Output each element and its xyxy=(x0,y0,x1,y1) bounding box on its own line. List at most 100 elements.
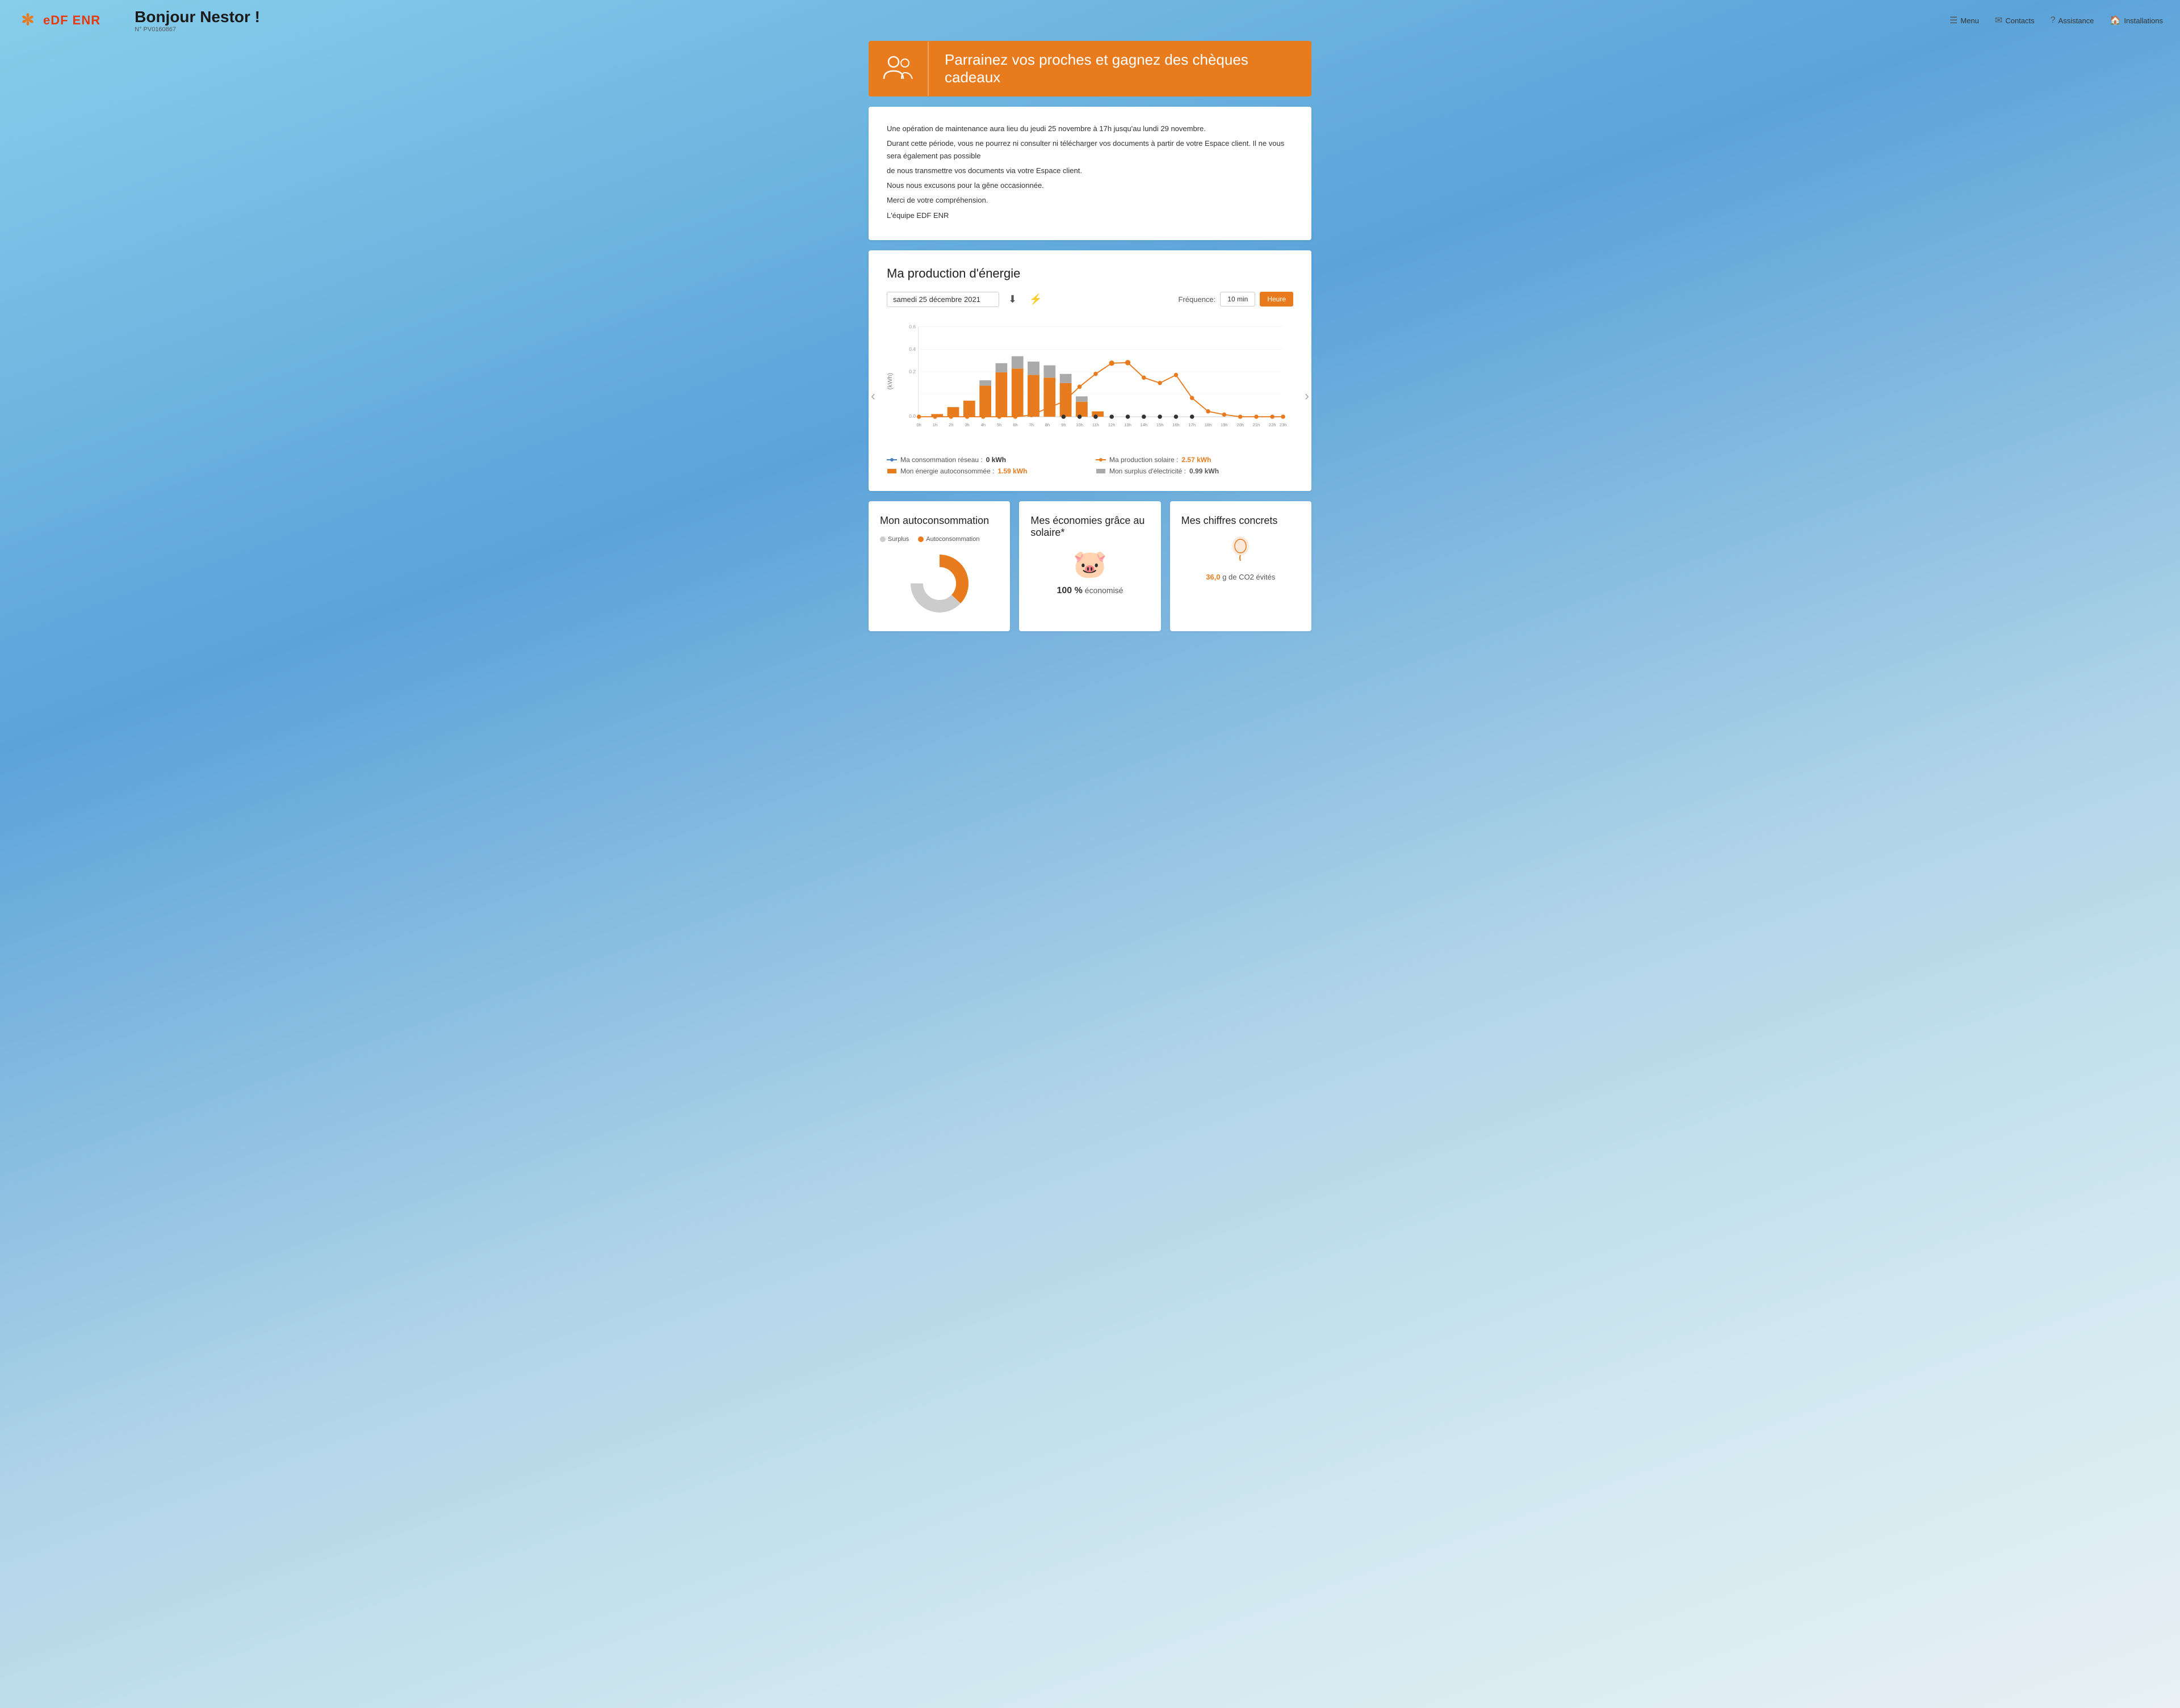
dot-6h xyxy=(1013,414,1018,419)
svg-text:22h: 22h xyxy=(1269,422,1276,427)
donut-container xyxy=(880,549,999,618)
legend-autoconso: Mon énergie autoconsommée : 1.59 kWh xyxy=(887,467,1084,475)
bar-16h-orange xyxy=(1076,401,1088,416)
dot-8h xyxy=(1045,406,1050,410)
notification-line2: Durant cette période, vous ne pourrez ni… xyxy=(887,137,1293,162)
co2-label: g de CO2 évités xyxy=(1222,573,1275,581)
surplus-legend-item: Surplus xyxy=(880,536,909,543)
donut-chart xyxy=(905,549,974,618)
co2-icon xyxy=(1181,536,1300,568)
conso-reseau-value: 0 kWh xyxy=(986,456,1006,464)
legend-production-solaire: Ma production solaire : 2.57 kWh xyxy=(1096,456,1293,464)
dot-3h xyxy=(965,414,970,419)
svg-text:2h: 2h xyxy=(949,422,953,427)
chart-wrapper: ‹ › (kWh) 0.6 0.4 xyxy=(887,318,1293,475)
freq-controls: Fréquence: 10 min Heure xyxy=(1179,292,1293,307)
dot-10h xyxy=(1078,384,1082,389)
dark-dot-14h xyxy=(1142,414,1146,419)
download-button[interactable]: ⬇ xyxy=(1005,291,1020,308)
dot-17h xyxy=(1190,396,1194,400)
chart-controls: ⬇ ⚡ Fréquence: 10 min Heure xyxy=(887,291,1293,308)
chart-prev-button[interactable]: ‹ xyxy=(871,388,875,404)
notification-line4: Nous nous excusons pour la gêne occasion… xyxy=(887,179,1293,192)
installations-icon: 🏠 xyxy=(2110,15,2121,26)
autoconso-icon xyxy=(887,468,897,475)
svg-text:10h: 10h xyxy=(1076,422,1083,427)
svg-text:13h: 13h xyxy=(1124,422,1131,427)
surplus-legend-label: Surplus xyxy=(888,536,909,543)
header: eDF ENR Bonjour Nestor ! N° PV0160867 ☰ … xyxy=(0,0,2180,41)
economies-card: Mes économies grâce au solaire* 🐷 100 % … xyxy=(1019,501,1160,631)
economies-sub: économisé xyxy=(1085,586,1123,595)
main-content: Parrainez vos proches et gagnez des chèq… xyxy=(857,41,1323,654)
leaf-icon xyxy=(1229,536,1252,563)
dark-dot-9h xyxy=(1062,414,1066,419)
contacts-icon: ✉ xyxy=(1995,15,2002,26)
dot-12h xyxy=(1109,360,1114,366)
svg-text:15h: 15h xyxy=(1156,422,1164,427)
dot-13h xyxy=(1125,360,1130,365)
dot-16h xyxy=(1174,372,1179,377)
donut-legend: Surplus Autoconsommation xyxy=(880,536,999,543)
date-input[interactable] xyxy=(887,292,999,307)
bar-11h-gray xyxy=(996,363,1008,372)
menu-link[interactable]: ☰ Menu xyxy=(1950,15,1979,26)
bar-12h-orange xyxy=(1012,368,1024,417)
svg-text:0.6: 0.6 xyxy=(909,324,916,329)
dark-dot-10h xyxy=(1078,414,1082,419)
svg-text:18h: 18h xyxy=(1205,422,1212,427)
dot-2h xyxy=(949,414,953,419)
date-selector: ⬇ ⚡ xyxy=(887,291,1046,308)
dot-0h xyxy=(917,414,921,419)
surplus-value: 0.99 kWh xyxy=(1189,467,1219,475)
production-chart: 0.6 0.4 0.2 0.0 xyxy=(897,318,1293,443)
banner-icon-area xyxy=(869,41,929,96)
autoconso-legend-item: Autoconsommation xyxy=(918,536,979,543)
bar-13h-gray xyxy=(1028,362,1039,375)
dark-dot-11h xyxy=(1093,414,1098,419)
people-icon xyxy=(881,52,915,86)
bar-14h-gray xyxy=(1043,365,1055,377)
bar-16h-gray xyxy=(1076,396,1088,401)
svg-text:7h: 7h xyxy=(1029,422,1034,427)
contacts-link[interactable]: ✉ Contacts xyxy=(1995,15,2035,26)
assistance-link[interactable]: ? Assistance xyxy=(2051,15,2094,26)
notification-line3: de nous transmettre vos documents via vo… xyxy=(887,165,1293,177)
assistance-label: Assistance xyxy=(2059,16,2094,25)
greeting-title: Bonjour Nestor ! xyxy=(135,8,1950,26)
surplus-label: Mon surplus d'électricité : xyxy=(1109,467,1186,475)
dark-dot-17h xyxy=(1190,414,1194,419)
production-solaire-icon xyxy=(1096,456,1106,463)
autoconso-value: 1.59 kWh xyxy=(997,467,1027,475)
surplus-legend-dot xyxy=(880,536,886,542)
economies-stat: 100 % économisé xyxy=(1030,586,1149,596)
dot-14h xyxy=(1142,375,1146,380)
bar-15h-gray xyxy=(1060,374,1072,383)
legend-surplus: Mon surplus d'électricité : 0.99 kWh xyxy=(1096,467,1293,475)
freq-10min-button[interactable]: 10 min xyxy=(1220,292,1255,307)
assistance-icon: ? xyxy=(2051,15,2056,26)
solar-icon-btn[interactable]: ⚡ xyxy=(1026,291,1045,308)
chiffres-card: Mes chiffres concrets 36,0 g de CO2 évit… xyxy=(1170,501,1311,631)
menu-icon: ☰ xyxy=(1950,15,1957,26)
chart-next-button[interactable]: › xyxy=(1305,388,1309,404)
promo-banner[interactable]: Parrainez vos proches et gagnez des chèq… xyxy=(869,41,1311,96)
autoconso-legend-dot xyxy=(918,536,924,542)
autoconsommation-card: Mon autoconsommation Surplus Autoconsomm… xyxy=(869,501,1010,631)
header-greeting: Bonjour Nestor ! N° PV0160867 xyxy=(135,8,1950,33)
co2-value: 36,0 xyxy=(1206,573,1220,581)
svg-text:21h: 21h xyxy=(1253,422,1260,427)
chiffres-title: Mes chiffres concrets xyxy=(1181,515,1300,527)
production-solaire-label: Ma production solaire : xyxy=(1109,456,1178,464)
installations-link[interactable]: 🏠 Installations xyxy=(2110,15,2163,26)
svg-text:19h: 19h xyxy=(1221,422,1228,427)
installations-label: Installations xyxy=(2124,16,2163,25)
dark-dot-16h xyxy=(1174,414,1179,419)
freq-heure-button[interactable]: Heure xyxy=(1260,292,1293,307)
dark-dot-15h xyxy=(1158,414,1162,419)
svg-text:8h: 8h xyxy=(1045,422,1050,427)
svg-text:11h: 11h xyxy=(1092,422,1099,427)
bar-13h-orange xyxy=(1028,375,1039,417)
autoconso-label: Mon énergie autoconsommée : xyxy=(900,467,994,475)
bar-14h-orange xyxy=(1043,377,1055,417)
